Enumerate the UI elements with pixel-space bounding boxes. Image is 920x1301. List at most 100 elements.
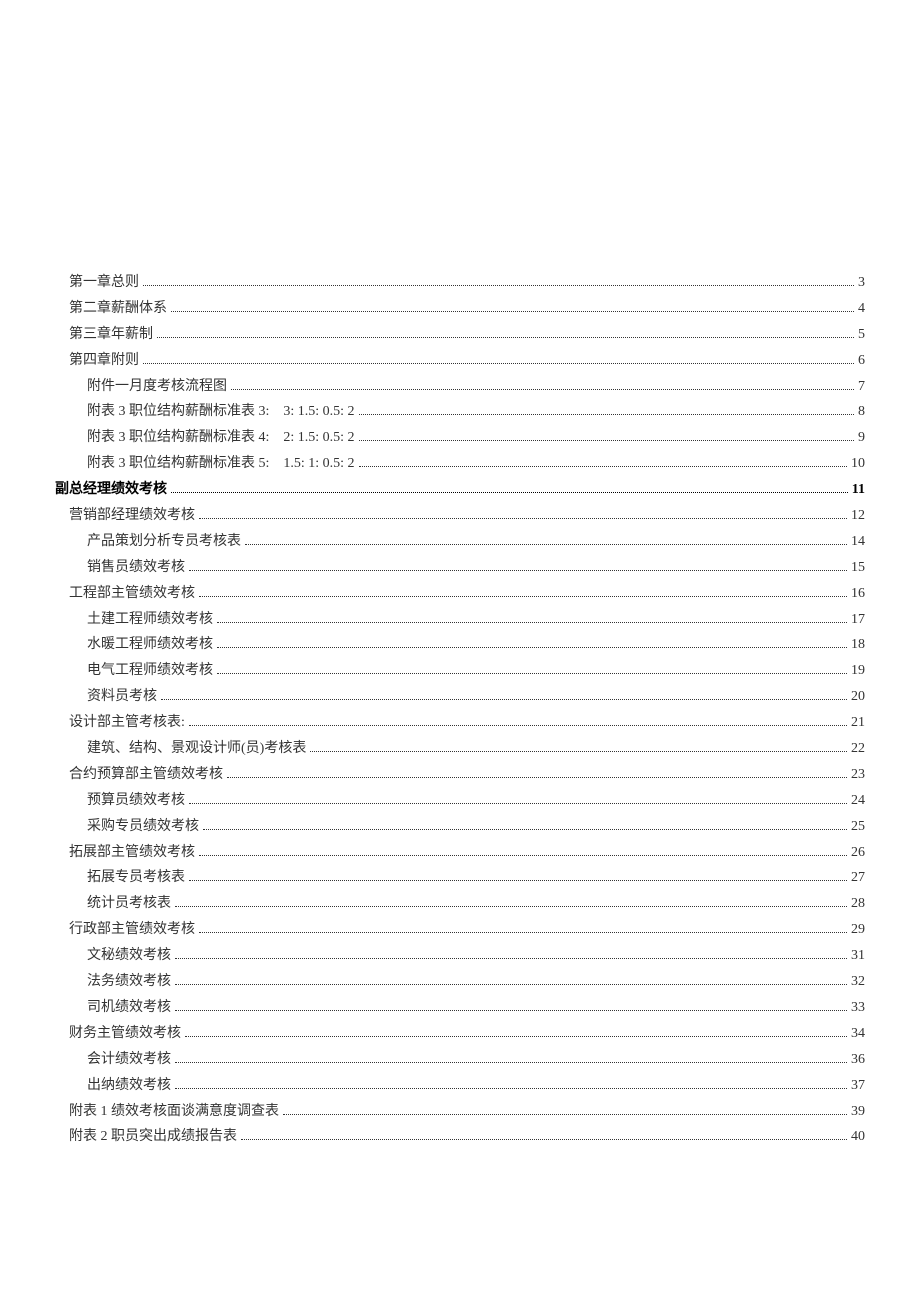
toc-entry: 附表 3 职位结构薪酬标准表 3: 3: 1.5: 0.5: 28 xyxy=(55,399,865,425)
toc-page-number: 17 xyxy=(851,607,865,633)
toc-leader-dots xyxy=(217,612,847,623)
toc-entry: 预算员绩效考核24 xyxy=(55,788,865,814)
toc-leader-dots xyxy=(203,819,847,830)
toc-page-number: 33 xyxy=(851,995,865,1021)
toc-entry: 附表 3 职位结构薪酬标准表 5: 1.5: 1: 0.5: 2 10 xyxy=(55,451,865,477)
toc-leader-dots xyxy=(157,327,854,338)
toc-leader-dots xyxy=(359,456,847,467)
toc-leader-dots xyxy=(189,715,847,726)
toc-title: 拓展专员考核表 xyxy=(87,865,185,891)
toc-entry: 资料员考核 20 xyxy=(55,684,865,710)
toc-page-number: 6 xyxy=(858,348,865,374)
toc-leader-dots xyxy=(245,534,847,545)
toc-entry: 第二章薪酬体系4 xyxy=(55,296,865,322)
toc-leader-dots xyxy=(143,353,854,364)
toc-page-number: 29 xyxy=(851,917,865,943)
toc-entry: 产品策划分析专员考核表 14 xyxy=(55,529,865,555)
toc-page-number: 20 xyxy=(851,684,865,710)
toc-title: 文秘绩效考核 xyxy=(87,943,171,969)
toc-title: 土建工程师绩效考核 xyxy=(87,607,213,633)
toc-title: 拓展部主管绩效考核 xyxy=(69,840,195,866)
toc-list: 第一章总则3第二章薪酬体系4第三章年薪制5第四章附则6附件一月度考核流程图7附表… xyxy=(55,270,865,1150)
toc-page-number: 11 xyxy=(852,477,865,503)
toc-page-number: 22 xyxy=(851,736,865,762)
toc-leader-dots xyxy=(175,1000,847,1011)
toc-page-number: 31 xyxy=(851,943,865,969)
toc-leader-dots xyxy=(175,897,847,908)
toc-entry: 附件一月度考核流程图7 xyxy=(55,374,865,400)
toc-entry: 附表 2 职员突出成绩报告表40 xyxy=(55,1124,865,1150)
toc-page-number: 18 xyxy=(851,632,865,658)
toc-leader-dots xyxy=(161,689,847,700)
toc-page-number: 9 xyxy=(858,425,865,451)
toc-entry: 行政部主管绩效考核29 xyxy=(55,917,865,943)
toc-page-number: 25 xyxy=(851,814,865,840)
toc-entry: 统计员考核表 28 xyxy=(55,891,865,917)
toc-page-number: 23 xyxy=(851,762,865,788)
toc-entry: 销售员绩效考核 15 xyxy=(55,555,865,581)
toc-entry: 营销部经理绩效考核 12 xyxy=(55,503,865,529)
toc-page-number: 27 xyxy=(851,865,865,891)
toc-title: 采购专员绩效考核 xyxy=(87,814,199,840)
toc-entry: 合约预算部主管绩效考核23 xyxy=(55,762,865,788)
toc-page-number: 14 xyxy=(851,529,865,555)
toc-entry: 会计绩效考核 36 xyxy=(55,1047,865,1073)
toc-page-number: 21 xyxy=(851,710,865,736)
toc-entry: 第三章年薪制5 xyxy=(55,322,865,348)
toc-entry: 设计部主管考核表:21 xyxy=(55,710,865,736)
toc-title: 工程部主管绩效考核 xyxy=(69,581,195,607)
toc-page-number: 37 xyxy=(851,1073,865,1099)
toc-page-number: 12 xyxy=(851,503,865,529)
toc-leader-dots xyxy=(217,638,847,649)
toc-page-number: 28 xyxy=(851,891,865,917)
toc-entry: 出纳绩效考核 37 xyxy=(55,1073,865,1099)
toc-leader-dots xyxy=(227,767,847,778)
toc-title: 营销部经理绩效考核 xyxy=(69,503,195,529)
toc-leader-dots xyxy=(199,508,847,519)
toc-entry: 副总经理绩效考核11 xyxy=(55,477,865,503)
toc-page-number: 34 xyxy=(851,1021,865,1047)
toc-page-number: 16 xyxy=(851,581,865,607)
toc-title: 法务绩效考核 xyxy=(87,969,171,995)
toc-title: 附表 3 职位结构薪酬标准表 5: 1.5: 1: 0.5: 2 xyxy=(87,451,355,477)
toc-leader-dots xyxy=(359,405,854,416)
toc-leader-dots xyxy=(241,1130,847,1141)
toc-entry: 土建工程师绩效考核 17 xyxy=(55,607,865,633)
toc-leader-dots xyxy=(231,379,854,390)
toc-leader-dots xyxy=(143,275,854,286)
toc-leader-dots xyxy=(189,871,847,882)
toc-title: 出纳绩效考核 xyxy=(87,1073,171,1099)
toc-page: 第一章总则3第二章薪酬体系4第三章年薪制5第四章附则6附件一月度考核流程图7附表… xyxy=(0,0,920,1210)
toc-leader-dots xyxy=(199,586,847,597)
toc-page-number: 24 xyxy=(851,788,865,814)
toc-title: 司机绩效考核 xyxy=(87,995,171,1021)
toc-page-number: 15 xyxy=(851,555,865,581)
toc-leader-dots xyxy=(175,1078,847,1089)
toc-title: 会计绩效考核 xyxy=(87,1047,171,1073)
toc-entry: 第四章附则 6 xyxy=(55,348,865,374)
toc-leader-dots xyxy=(199,922,847,933)
toc-title: 产品策划分析专员考核表 xyxy=(87,529,241,555)
toc-title: 第四章附则 xyxy=(69,348,139,374)
toc-leader-dots xyxy=(310,741,847,752)
toc-entry: 工程部主管绩效考核 16 xyxy=(55,581,865,607)
toc-page-number: 32 xyxy=(851,969,865,995)
toc-leader-dots xyxy=(199,845,847,856)
toc-entry: 采购专员绩效考核 25 xyxy=(55,814,865,840)
toc-page-number: 36 xyxy=(851,1047,865,1073)
toc-title: 统计员考核表 xyxy=(87,891,171,917)
toc-leader-dots xyxy=(171,301,854,312)
toc-title: 销售员绩效考核 xyxy=(87,555,185,581)
toc-entry: 第一章总则3 xyxy=(55,270,865,296)
toc-page-number: 26 xyxy=(851,840,865,866)
toc-title: 附表 2 职员突出成绩报告表 xyxy=(69,1124,237,1150)
toc-page-number: 5 xyxy=(858,322,865,348)
toc-leader-dots xyxy=(189,560,847,571)
toc-title: 资料员考核 xyxy=(87,684,157,710)
toc-title: 附表 3 职位结构薪酬标准表 3: 3: 1.5: 0.5: 2 xyxy=(87,399,355,425)
toc-title: 附表 1 绩效考核面谈满意度调查表 xyxy=(69,1099,279,1125)
toc-title: 水暖工程师绩效考核 xyxy=(87,632,213,658)
toc-page-number: 10 xyxy=(851,451,865,477)
toc-entry: 司机绩效考核 33 xyxy=(55,995,865,1021)
toc-page-number: 7 xyxy=(858,374,865,400)
